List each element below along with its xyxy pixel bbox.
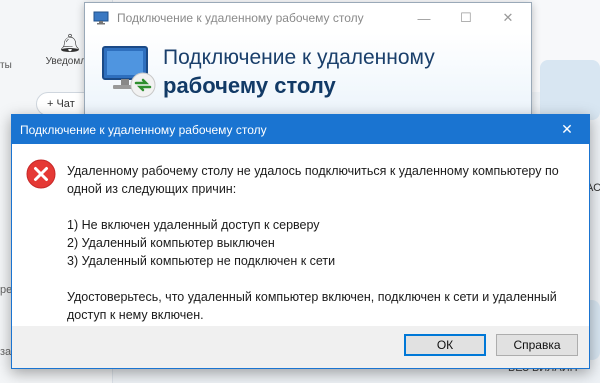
dialog-titlebar[interactable]: Подключение к удаленному рабочему столу … xyxy=(12,115,589,144)
error-dialog: Подключение к удаленному рабочему столу … xyxy=(11,114,590,369)
rdp-window-title: Подключение к удаленному рабочему столу xyxy=(117,11,364,25)
minimize-button[interactable]: — xyxy=(403,3,445,33)
background-tab-fragment: ты xyxy=(0,60,12,71)
rdp-window: Подключение к удаленному рабочему столу … xyxy=(84,2,532,124)
ok-button[interactable]: ОК xyxy=(404,334,486,356)
maximize-button[interactable]: ☐ xyxy=(445,3,487,33)
reason-item: 2) Удаленный компьютер выключен xyxy=(67,236,275,250)
remote-desktop-icon xyxy=(102,46,156,98)
error-description: Удаленному рабочему столу не удалось под… xyxy=(67,164,559,196)
background-text-fragment: за xyxy=(0,346,12,358)
dialog-close-button[interactable]: ✕ xyxy=(545,115,589,144)
rdp-banner: Подключение к удаленному рабочему столу xyxy=(85,33,531,123)
background-message-bubble xyxy=(540,60,600,120)
error-icon xyxy=(26,159,56,189)
close-button[interactable]: ✕ xyxy=(487,3,529,33)
rdp-titlebar[interactable]: Подключение к удаленному рабочему столу … xyxy=(85,3,531,33)
dialog-footer: ОК Справка xyxy=(12,326,589,368)
dialog-body: Удаленному рабочему столу не удалось под… xyxy=(12,144,589,326)
help-button[interactable]: Справка xyxy=(496,334,578,356)
reason-item: 1) Не включен удаленный доступ к серверу xyxy=(67,218,320,232)
dialog-title: Подключение к удаленному рабочему столу xyxy=(20,122,267,137)
reason-item: 3) Удаленный компьютер не подключен к се… xyxy=(67,254,336,268)
rdp-heading-line1: Подключение к удаленному xyxy=(163,46,435,69)
error-message: Удаленному рабочему столу не удалось под… xyxy=(67,162,567,324)
error-advice: Удостоверьтесь, что удаленный компьютер … xyxy=(67,290,557,322)
remote-desktop-icon xyxy=(93,11,109,25)
rdp-heading-line2: рабочему столу xyxy=(163,73,336,98)
